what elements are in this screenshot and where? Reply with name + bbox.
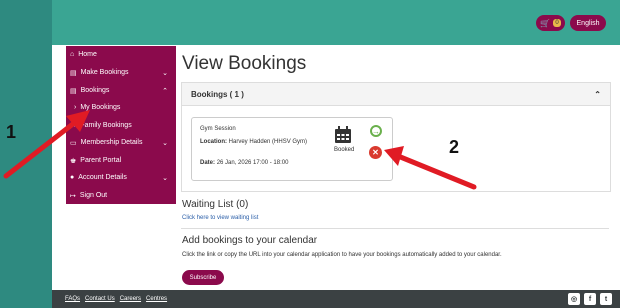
- arrow-1-icon: [3, 117, 81, 179]
- annotation-number-2: 2: [449, 137, 460, 157]
- arrow-2-head-icon: [384, 146, 404, 166]
- arrow-2-icon: [395, 153, 477, 190]
- annotation-arrows: [3, 110, 477, 190]
- annotation-number-1: 1: [6, 122, 17, 142]
